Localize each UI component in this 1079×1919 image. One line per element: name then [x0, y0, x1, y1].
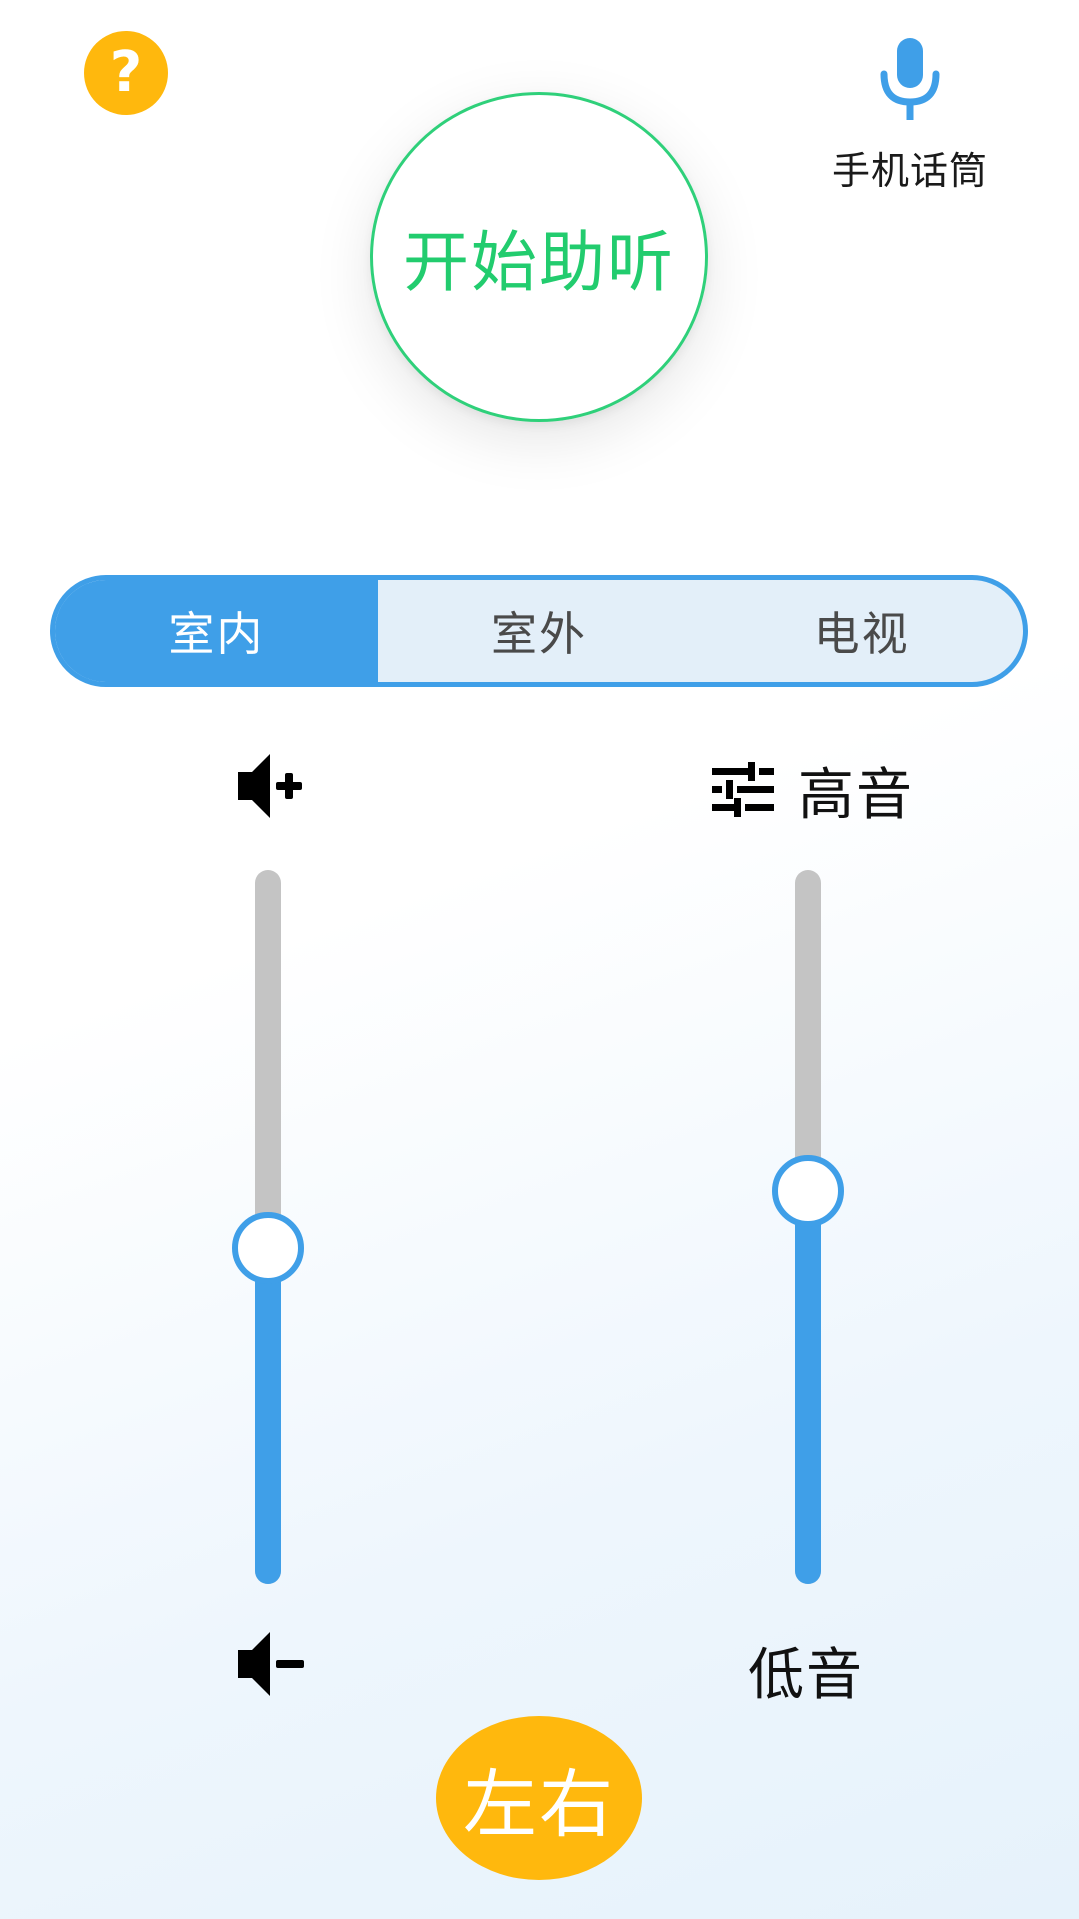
mode-tab-label: 电视: [813, 607, 910, 661]
volume-slider[interactable]: [228, 870, 308, 1584]
equalizer-icon: [712, 762, 774, 817]
treble-label: 高音: [798, 762, 914, 828]
volume-up-icon: [238, 754, 302, 818]
mode-tab-label: 室外: [491, 607, 587, 661]
help-button[interactable]: ?: [84, 31, 168, 115]
mic-source-label: 手机话筒: [831, 149, 988, 193]
mode-tab-outdoor[interactable]: 室外: [378, 580, 701, 682]
volume-down-icon: [238, 1632, 304, 1696]
mic-source-button[interactable]: 手机话筒: [812, 36, 1008, 196]
mode-tab-tv[interactable]: 电视: [700, 580, 1023, 682]
start-button-wrapper: 开始助听: [370, 92, 708, 422]
mode-tab-indoor[interactable]: 室内: [55, 580, 378, 682]
microphone-icon: [880, 38, 940, 120]
start-hearing-label: 开始助听: [403, 224, 675, 301]
channel-button-label: 左右: [463, 1761, 615, 1848]
tone-slider[interactable]: [768, 870, 848, 1584]
tone-slider-thumb[interactable]: [772, 1155, 844, 1228]
volume-slider-fill: [255, 1248, 281, 1584]
tone-slider-fill: [795, 1191, 821, 1584]
treble-header: 高音: [712, 750, 914, 830]
bass-label: 低音: [748, 1643, 864, 1708]
mode-selector: 室内 室外 电视: [50, 575, 1028, 687]
volume-slider-thumb[interactable]: [232, 1212, 304, 1285]
start-hearing-button[interactable]: 开始助听: [370, 92, 708, 422]
channel-button[interactable]: 左右: [436, 1716, 642, 1880]
help-icon: ?: [109, 40, 143, 105]
mode-tab-label: 室内: [168, 607, 265, 661]
